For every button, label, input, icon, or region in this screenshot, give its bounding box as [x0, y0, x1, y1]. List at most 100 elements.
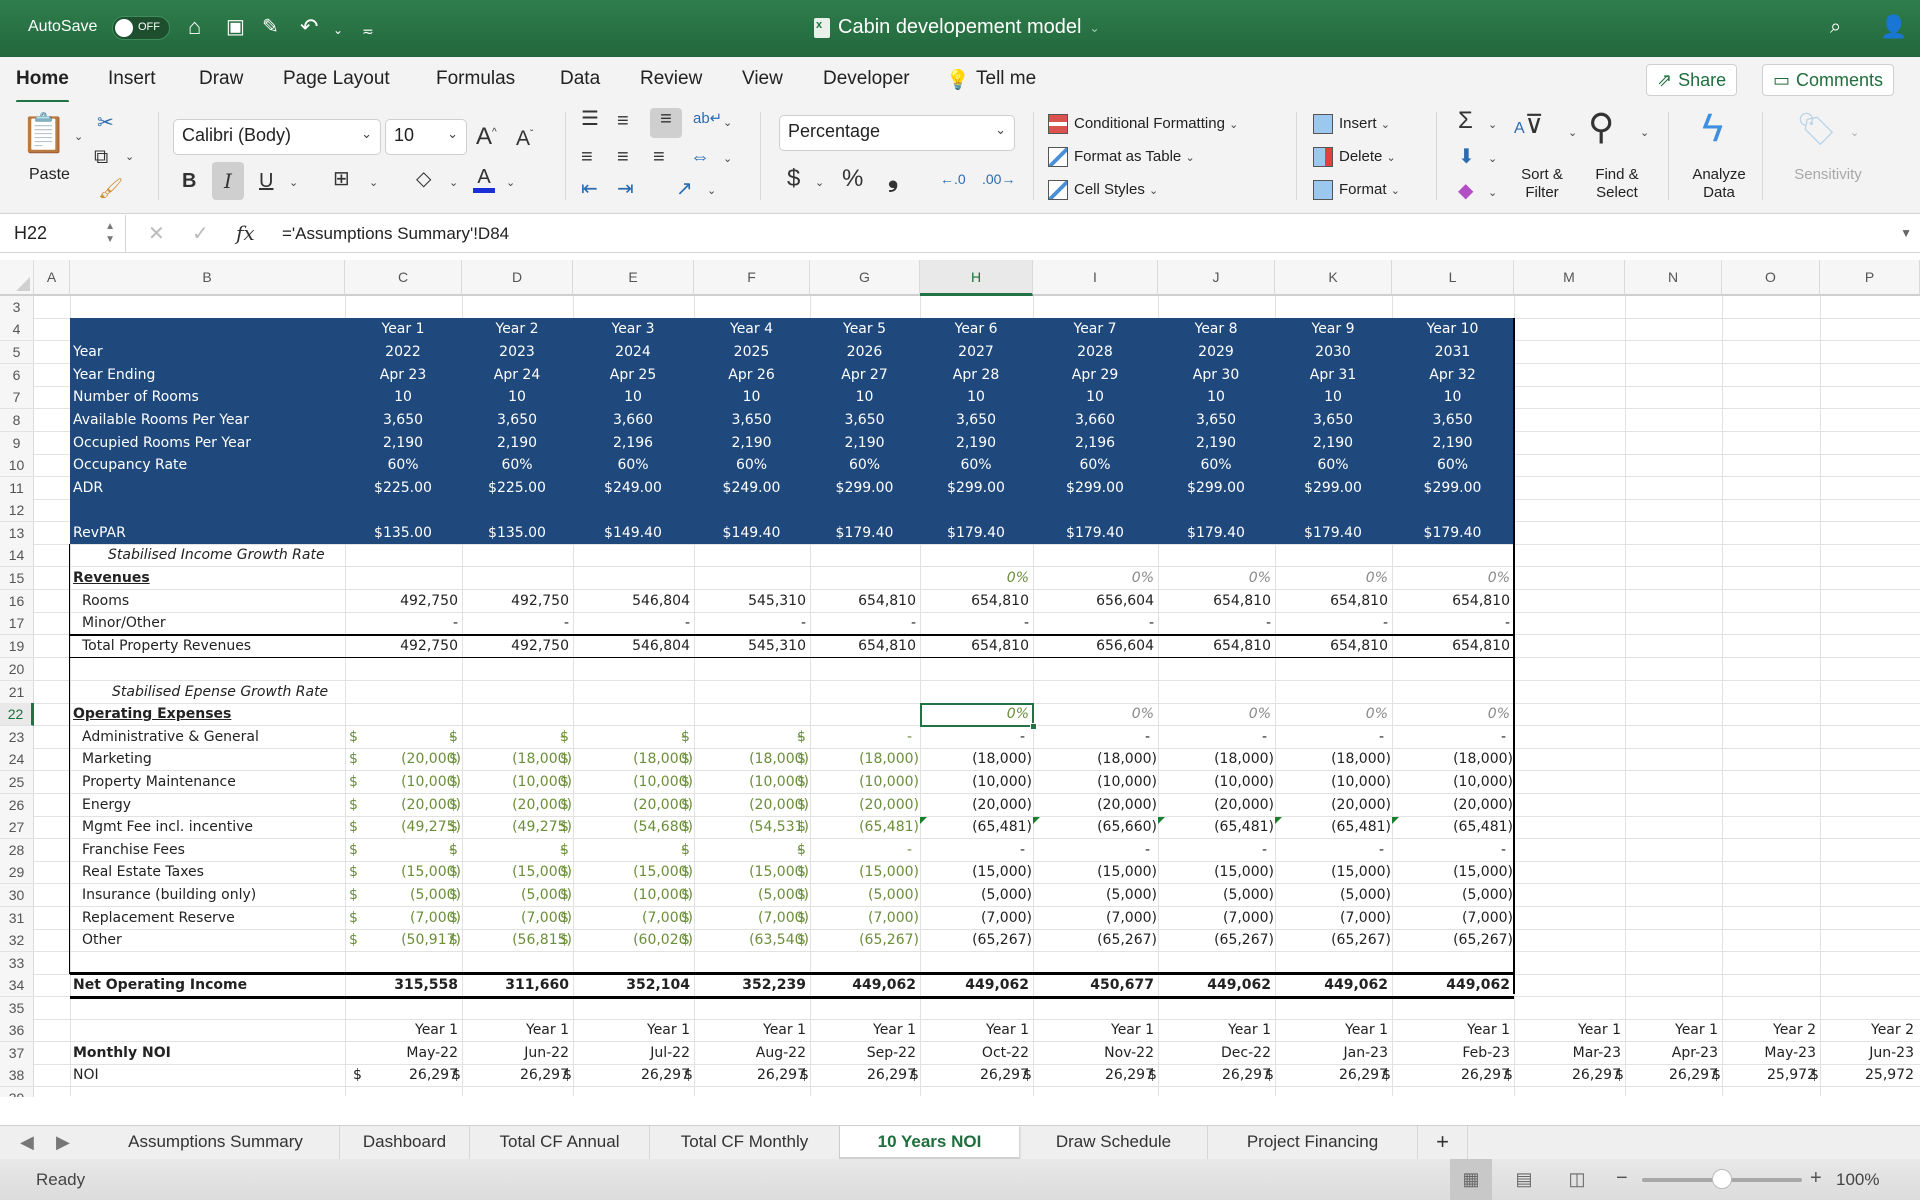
analyze-data-icon[interactable]: ϟ: [1702, 106, 1723, 150]
paste-icon[interactable]: 📋: [20, 114, 67, 154]
row-header-11[interactable]: 11: [0, 477, 34, 500]
wrap-text-icon[interactable]: ab↵: [693, 108, 722, 130]
row-header-27[interactable]: 27: [0, 816, 34, 839]
font-size-select[interactable]: 10 ⌄: [385, 119, 467, 155]
autosave-toggle[interactable]: OFF: [112, 16, 170, 40]
row-header-4[interactable]: 4: [0, 318, 34, 341]
fill-color-icon[interactable]: ◇: [416, 168, 431, 190]
format-as-table-button[interactable]: Format as Table ⌄: [1048, 147, 1195, 167]
borders-dropdown-icon[interactable]: ⌄: [369, 176, 378, 189]
zoom-in-button[interactable]: +: [1810, 1167, 1822, 1190]
fill-handle[interactable]: [1030, 723, 1037, 730]
merge-center-icon[interactable]: ⇔: [690, 146, 710, 168]
tab-review[interactable]: Review: [640, 68, 702, 90]
tab-page-layout[interactable]: Page Layout: [283, 68, 390, 90]
format-cells-button[interactable]: Format ⌄: [1313, 180, 1400, 200]
cut-icon[interactable]: ✂: [97, 112, 114, 134]
previous-sheet-icon[interactable]: ◀: [20, 1132, 34, 1153]
column-header-b[interactable]: B: [70, 260, 345, 296]
expand-formula-bar-icon[interactable]: ▼: [1900, 226, 1912, 240]
formula-input[interactable]: ='Assumptions Summary'!D84: [282, 224, 509, 244]
find-select-label[interactable]: Find & Select: [1592, 166, 1642, 202]
row-header-16[interactable]: 16: [0, 590, 34, 613]
undo-icon[interactable]: ↶: [300, 14, 318, 40]
column-header-i[interactable]: I: [1033, 260, 1158, 296]
cancel-icon[interactable]: ✕: [148, 221, 165, 246]
column-header-f[interactable]: F: [694, 260, 810, 296]
column-header-h[interactable]: H: [920, 260, 1033, 296]
find-select-icon[interactable]: ⚲: [1588, 108, 1614, 146]
copy-icon[interactable]: ⧉: [94, 146, 108, 168]
selected-cell-h22[interactable]: [920, 703, 1037, 730]
row-header-35[interactable]: 35: [0, 997, 34, 1020]
row-header-23[interactable]: 23: [0, 726, 34, 749]
name-box[interactable]: H22 ▲ ▼: [0, 215, 126, 253]
expense-growth-rate[interactable]: 0%: [1395, 703, 1510, 726]
column-header-g[interactable]: G: [810, 260, 920, 296]
save-icon[interactable]: ▣: [226, 14, 245, 40]
column-header-k[interactable]: K: [1275, 260, 1392, 296]
row-header-32[interactable]: 32: [0, 929, 34, 952]
row-header-6[interactable]: 6: [0, 364, 34, 387]
fill-icon[interactable]: ⬇: [1458, 146, 1475, 168]
comma-style-button[interactable]: ❟: [888, 164, 898, 190]
tab-insert[interactable]: Insert: [108, 68, 156, 90]
expense-growth-rate[interactable]: 0%: [1161, 703, 1271, 726]
font-name-select[interactable]: Calibri (Body) ⌄: [173, 119, 381, 155]
share-button[interactable]: ⇗ Share: [1646, 64, 1738, 96]
currency-dropdown-icon[interactable]: ⌄: [815, 176, 824, 189]
align-bottom-icon[interactable]: ≡: [650, 108, 682, 138]
row-header-24[interactable]: 24: [0, 748, 34, 771]
copy-dropdown-icon[interactable]: ⌄: [125, 150, 134, 163]
row-header-14[interactable]: 14: [0, 544, 34, 567]
format-painter-icon[interactable]: 🖌: [98, 178, 123, 200]
row-header-22[interactable]: 22: [0, 703, 34, 726]
row-header-15[interactable]: 15: [0, 567, 34, 590]
home-icon[interactable]: ⌂: [188, 14, 201, 40]
sort-filter-label[interactable]: Sort & Filter: [1517, 166, 1567, 202]
fill-color-dropdown-icon[interactable]: ⌄: [449, 176, 458, 189]
add-sheet-button[interactable]: +: [1418, 1126, 1468, 1159]
decrease-indent-icon[interactable]: ⇤: [581, 178, 598, 200]
account-icon[interactable]: 👤: [1880, 14, 1907, 40]
column-header-l[interactable]: L: [1392, 260, 1514, 296]
sheet-tab[interactable]: Total CF Annual: [470, 1126, 650, 1159]
sheet-tab[interactable]: Project Financing: [1208, 1126, 1418, 1159]
sort-filter-dropdown-icon[interactable]: ⌄: [1568, 126, 1577, 139]
clear-dropdown-icon[interactable]: ⌄: [1488, 186, 1497, 199]
currency-button[interactable]: $: [787, 167, 800, 191]
row-header-19[interactable]: 19: [0, 635, 34, 658]
column-header-j[interactable]: J: [1158, 260, 1275, 296]
row-header-5[interactable]: 5: [0, 341, 34, 364]
undo-dropdown-icon[interactable]: ⌄: [333, 17, 343, 43]
percent-button[interactable]: %: [842, 167, 863, 191]
row-header-38[interactable]: 38: [0, 1064, 34, 1087]
comments-button[interactable]: ▭ Comments: [1762, 64, 1895, 96]
row-header-33[interactable]: 33: [0, 952, 34, 975]
enter-check-icon[interactable]: ✓: [192, 221, 209, 246]
number-format-select[interactable]: Percentage ⌄: [779, 115, 1015, 151]
sheet-tab[interactable]: Dashboard: [340, 1126, 470, 1159]
tab-developer[interactable]: Developer: [823, 68, 910, 90]
name-box-spinner-icon[interactable]: ▲ ▼: [105, 220, 115, 246]
income-growth-rate[interactable]: 0%: [1278, 567, 1388, 590]
sort-filter-icon[interactable]: A⊽: [1514, 110, 1544, 143]
analyze-data-label[interactable]: Analyze Data: [1686, 166, 1752, 202]
row-header-12[interactable]: 12: [0, 499, 34, 522]
income-growth-rate[interactable]: 0%: [1395, 567, 1510, 590]
find-select-dropdown-icon[interactable]: ⌄: [1640, 126, 1649, 139]
zoom-out-button[interactable]: −: [1616, 1167, 1628, 1190]
income-growth-rate[interactable]: 0%: [1161, 567, 1271, 590]
edit-icon[interactable]: ✎: [262, 14, 279, 40]
search-icon[interactable]: ⌕: [1830, 14, 1841, 40]
column-header-d[interactable]: D: [462, 260, 573, 296]
row-header-30[interactable]: 30: [0, 884, 34, 907]
column-header-e[interactable]: E: [573, 260, 694, 296]
row-header-37[interactable]: 37: [0, 1042, 34, 1065]
row-header-26[interactable]: 26: [0, 794, 34, 817]
autosum-dropdown-icon[interactable]: ⌄: [1488, 118, 1497, 131]
increase-decimal-icon[interactable]: ←.0: [940, 168, 966, 190]
row-header-39[interactable]: 39: [0, 1087, 34, 1097]
column-header-n[interactable]: N: [1625, 260, 1722, 296]
bold-button[interactable]: B: [182, 170, 196, 192]
